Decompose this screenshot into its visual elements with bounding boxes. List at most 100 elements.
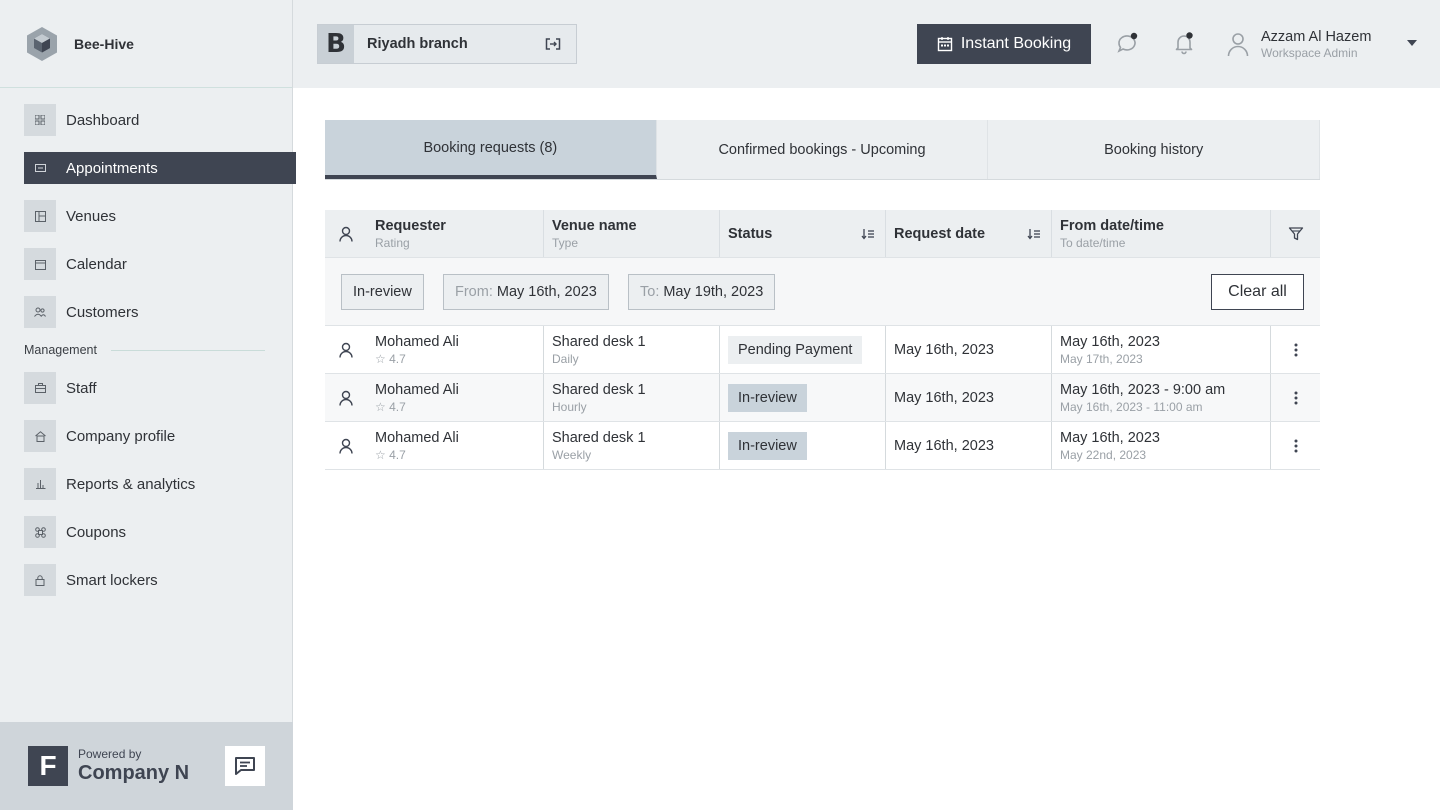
more-vertical-icon[interactable]: [1294, 391, 1298, 405]
sidebar-item-calendar[interactable]: Calendar: [24, 248, 296, 280]
chat-icon: [235, 757, 255, 775]
requester-cell: Mohamed Ali ☆ 4.7: [367, 422, 543, 469]
requester-name[interactable]: Mohamed Ali: [375, 382, 459, 398]
to-datetime: May 22nd, 2023: [1060, 447, 1147, 462]
brand-name: Bee-Hive: [74, 35, 134, 52]
powered-by-footer: F Powered by Company N: [0, 722, 293, 810]
coupons-icon: [24, 516, 56, 548]
sidebar-item-company-profile[interactable]: Company profile: [24, 420, 296, 452]
column-header-request-date[interactable]: Request date: [885, 210, 1051, 257]
row-user-cell: [325, 374, 367, 421]
sidebar-item-appointments[interactable]: Appointments: [24, 152, 296, 184]
tab-booking-requests[interactable]: Booking requests (8): [325, 120, 657, 179]
more-vertical-icon[interactable]: [1294, 343, 1298, 357]
calendar-icon: [937, 37, 953, 52]
column-header-from-date[interactable]: From date/time To date/time: [1051, 210, 1270, 257]
venues-icon: [24, 200, 56, 232]
column-subtitle: Type: [552, 235, 579, 250]
company-icon: [24, 420, 56, 452]
sidebar-item-label: Customers: [66, 303, 139, 321]
requester-name[interactable]: Mohamed Ali: [375, 430, 459, 446]
branch-selector[interactable]: B Riyadh branch: [317, 24, 577, 64]
powered-company-name: Company N: [78, 762, 190, 784]
chevron-down-icon[interactable]: [1407, 40, 1417, 46]
sidebar-item-coupons[interactable]: Coupons: [24, 516, 296, 548]
instant-booking-button[interactable]: Instant Booking: [917, 24, 1091, 64]
venue-name: Shared desk 1: [552, 381, 646, 398]
sidebar-item-label: Company profile: [66, 427, 176, 445]
notification-bell-icon[interactable]: [1172, 31, 1196, 55]
request-date-cell: May 16th, 2023: [885, 374, 1051, 421]
rating-value: 4.7: [389, 351, 406, 366]
header-user-cell: [325, 210, 367, 257]
status-badge: In-review: [728, 431, 807, 460]
sidebar-item-label: Dashboard: [66, 111, 140, 129]
powered-text: Powered by Company N: [78, 747, 189, 785]
support-chat-button[interactable]: [225, 746, 265, 786]
sort-icon[interactable]: [1027, 227, 1041, 241]
sidebar-item-reports[interactable]: Reports & analytics: [24, 468, 296, 500]
sidebar-item-smart-lockers[interactable]: Smart lockers: [24, 564, 296, 596]
sidebar-item-label: Calendar: [66, 255, 127, 273]
sidebar-item-dashboard[interactable]: Dashboard: [24, 104, 296, 136]
requester-cell: Mohamed Ali ☆ 4.7: [367, 326, 543, 373]
filter-icon[interactable]: [1288, 226, 1304, 242]
status-badge: Pending Payment: [728, 335, 863, 364]
sidebar-item-label: Smart lockers: [66, 571, 158, 589]
sidebar-item-staff[interactable]: Staff: [24, 372, 296, 404]
switch-icon[interactable]: [544, 35, 562, 53]
filter-cell: [1270, 210, 1320, 257]
filter-chip-to-date[interactable]: To: May 19th, 2023: [628, 274, 776, 310]
bee-hive-logo-icon[interactable]: [24, 26, 60, 62]
section-divider: [110, 349, 265, 351]
more-vertical-icon[interactable]: [1294, 439, 1298, 453]
user-name: Azzam Al Hazem: [1261, 28, 1372, 45]
status-cell: In-review: [719, 374, 885, 421]
user-icon: [339, 390, 353, 406]
sidebar-item-venues[interactable]: Venues: [24, 200, 296, 232]
column-header-status[interactable]: Status: [719, 210, 885, 257]
sort-icon[interactable]: [861, 227, 875, 241]
table-row[interactable]: Mohamed Ali ☆ 4.7 Shared desk 1 Hourly In…: [325, 374, 1320, 422]
status-cell: In-review: [719, 422, 885, 469]
table-row[interactable]: Mohamed Ali ☆ 4.7 Shared desk 1 Daily Pen…: [325, 326, 1320, 374]
booking-tabs: Booking requests (8) Confirmed bookings …: [325, 120, 1321, 180]
requester-cell: Mohamed Ali ☆ 4.7: [367, 374, 543, 421]
filter-chip-status[interactable]: In-review: [341, 274, 424, 310]
user-text: Azzam Al Hazem Workspace Admin: [1261, 29, 1371, 60]
reports-icon: [24, 468, 56, 500]
filter-value: May 16th, 2023: [496, 284, 597, 300]
sidebar-item-label: Staff: [66, 379, 97, 397]
requester-rating: ☆ 4.7: [375, 352, 459, 366]
filter-chip-from-date[interactable]: From: May 16th, 2023: [443, 274, 609, 310]
user-icon: [339, 342, 353, 358]
user-menu[interactable]: Azzam Al Hazem Workspace Admin: [1227, 22, 1417, 66]
from-datetime: May 16th, 2023 - 9:00 am: [1060, 381, 1226, 398]
sidebar: Bee-Hive Dashboard Appointments Venues C…: [0, 0, 296, 810]
messages-icon[interactable]: [1115, 31, 1139, 55]
requester-name[interactable]: Mohamed Ali: [375, 334, 459, 350]
active-filters-bar: In-review From: May 16th, 2023 To: May 1…: [325, 258, 1320, 326]
tab-booking-history[interactable]: Booking history: [988, 120, 1321, 179]
sidebar-nav: Dashboard Appointments Venues Calendar C…: [0, 104, 296, 612]
top-bar: B Riyadh branch Instant Booking Azzam Al…: [293, 0, 1440, 88]
rating-value: 4.7: [389, 447, 406, 462]
instant-booking-label: Instant Booking: [960, 35, 1072, 52]
column-subtitle: Rating: [375, 235, 410, 250]
rating-value: 4.7: [389, 399, 406, 414]
tab-confirmed-bookings[interactable]: Confirmed bookings - Upcoming: [657, 120, 989, 179]
column-header-venue[interactable]: Venue name Type: [543, 210, 719, 257]
from-date-cell: May 16th, 2023 - 9:00 am May 16th, 2023 -…: [1051, 374, 1270, 421]
column-header-requester[interactable]: Requester Rating: [367, 210, 543, 257]
clear-all-button[interactable]: Clear all: [1211, 274, 1304, 310]
company-logo: F: [28, 746, 68, 786]
table-row[interactable]: Mohamed Ali ☆ 4.7 Shared desk 1 Weekly In…: [325, 422, 1320, 470]
sidebar-item-customers[interactable]: Customers: [24, 296, 296, 328]
filter-label: From:: [455, 284, 493, 300]
row-user-cell: [325, 326, 367, 373]
sidebar-item-label: Appointments: [66, 159, 158, 177]
filter-label: To:: [640, 284, 660, 300]
venue-cell: Shared desk 1 Daily: [543, 326, 719, 373]
user-avatar-icon: [1227, 33, 1249, 57]
venue-cell: Shared desk 1 Hourly: [543, 374, 719, 421]
